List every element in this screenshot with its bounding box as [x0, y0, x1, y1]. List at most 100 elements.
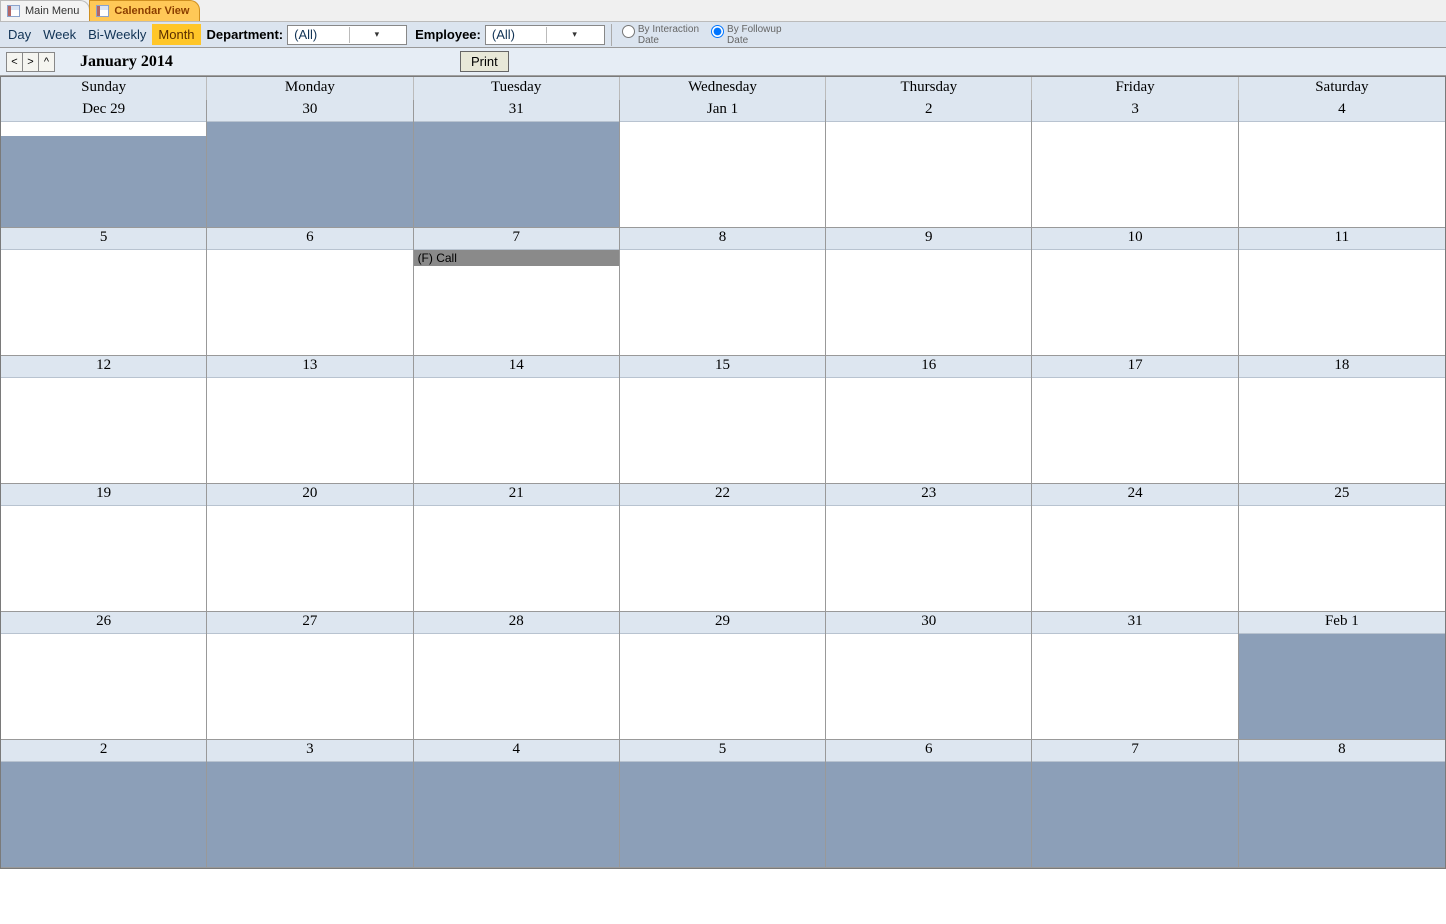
- calendar-cell[interactable]: 22: [620, 484, 826, 612]
- cell-body[interactable]: [826, 762, 1031, 867]
- next-month-button[interactable]: >: [22, 52, 39, 72]
- cell-body[interactable]: [414, 762, 619, 867]
- tab-calendar-view[interactable]: Calendar View: [89, 0, 200, 21]
- cell-body[interactable]: [207, 250, 412, 355]
- cell-body[interactable]: [826, 634, 1031, 739]
- cell-body[interactable]: [826, 378, 1031, 483]
- calendar-cell[interactable]: 5: [620, 740, 826, 868]
- calendar-cell[interactable]: 21: [414, 484, 620, 612]
- cell-body[interactable]: [1032, 634, 1237, 739]
- calendar-cell[interactable]: 31: [1032, 612, 1238, 740]
- employee-dropdown[interactable]: (All) ▾: [485, 25, 605, 45]
- cell-body[interactable]: [1239, 122, 1445, 227]
- cell-body[interactable]: [414, 378, 619, 483]
- calendar-cell[interactable]: 19: [1, 484, 207, 612]
- calendar-cell[interactable]: 26: [1, 612, 207, 740]
- calendar-cell[interactable]: Dec 29: [1, 100, 207, 228]
- calendar-cell[interactable]: 3: [1032, 100, 1238, 228]
- cell-body[interactable]: [1, 250, 206, 355]
- calendar-cell[interactable]: 20: [207, 484, 413, 612]
- cell-body[interactable]: [207, 762, 412, 867]
- calendar-cell[interactable]: 2: [1, 740, 207, 868]
- cell-body[interactable]: [620, 762, 825, 867]
- calendar-cell[interactable]: 12: [1, 356, 207, 484]
- calendar-cell[interactable]: 11: [1239, 228, 1445, 356]
- cell-body[interactable]: [414, 634, 619, 739]
- calendar-cell[interactable]: 6: [826, 740, 1032, 868]
- cell-body[interactable]: [1032, 506, 1237, 611]
- cell-body[interactable]: [826, 250, 1031, 355]
- calendar-event[interactable]: (F) Call: [414, 250, 619, 266]
- cell-body[interactable]: [620, 506, 825, 611]
- view-month-button[interactable]: Month: [152, 24, 200, 45]
- cell-body[interactable]: [1239, 250, 1445, 355]
- calendar-cell[interactable]: 15: [620, 356, 826, 484]
- cell-body[interactable]: [826, 122, 1031, 227]
- cell-body[interactable]: [1239, 634, 1445, 739]
- cell-body[interactable]: [1032, 378, 1237, 483]
- cell-body[interactable]: [1, 634, 206, 739]
- calendar-cell[interactable]: 16: [826, 356, 1032, 484]
- cell-body[interactable]: [1, 378, 206, 483]
- calendar-cell[interactable]: 8: [620, 228, 826, 356]
- calendar-cell[interactable]: 5: [1, 228, 207, 356]
- cell-body[interactable]: [414, 122, 619, 227]
- calendar-cell[interactable]: 30: [207, 100, 413, 228]
- radio-by-interaction[interactable]: By InteractionDate: [622, 24, 699, 46]
- calendar-cell[interactable]: 23: [826, 484, 1032, 612]
- cell-body[interactable]: [620, 634, 825, 739]
- view-biweekly-button[interactable]: Bi-Weekly: [82, 24, 152, 45]
- calendar-cell[interactable]: 28: [414, 612, 620, 740]
- cell-body[interactable]: [1, 506, 206, 611]
- cell-body[interactable]: [826, 506, 1031, 611]
- print-button[interactable]: Print: [460, 51, 509, 72]
- radio-by-followup[interactable]: By FollowupDate: [711, 24, 781, 46]
- calendar-cell[interactable]: 7(F) Call: [414, 228, 620, 356]
- calendar-cell[interactable]: 7: [1032, 740, 1238, 868]
- cell-body[interactable]: [207, 506, 412, 611]
- calendar-cell[interactable]: 10: [1032, 228, 1238, 356]
- tab-main-menu[interactable]: Main Menu: [0, 0, 90, 21]
- view-week-button[interactable]: Week: [37, 24, 82, 45]
- calendar-cell[interactable]: 3: [207, 740, 413, 868]
- cell-body[interactable]: [620, 250, 825, 355]
- cell-body[interactable]: [1032, 762, 1237, 867]
- calendar-cell[interactable]: 9: [826, 228, 1032, 356]
- calendar-cell[interactable]: 29: [620, 612, 826, 740]
- calendar-cell[interactable]: 4: [1239, 100, 1445, 228]
- view-day-button[interactable]: Day: [2, 24, 37, 45]
- cell-body[interactable]: [1, 762, 206, 867]
- calendar-cell[interactable]: 8: [1239, 740, 1445, 868]
- calendar-cell[interactable]: 25: [1239, 484, 1445, 612]
- calendar-cell[interactable]: 24: [1032, 484, 1238, 612]
- cell-body[interactable]: [1032, 250, 1237, 355]
- cell-body[interactable]: [414, 506, 619, 611]
- calendar-cell[interactable]: 14: [414, 356, 620, 484]
- cell-body[interactable]: [620, 378, 825, 483]
- cell-body[interactable]: (F) Call: [414, 250, 619, 355]
- cell-body[interactable]: [1239, 762, 1445, 867]
- cell-body[interactable]: [1239, 378, 1445, 483]
- cell-body[interactable]: [207, 122, 412, 227]
- cell-body[interactable]: [1, 122, 206, 227]
- calendar-cell[interactable]: Feb 1: [1239, 612, 1445, 740]
- calendar-cell[interactable]: 13: [207, 356, 413, 484]
- cell-body[interactable]: [207, 378, 412, 483]
- calendar-cell[interactable]: 27: [207, 612, 413, 740]
- calendar-cell[interactable]: 31: [414, 100, 620, 228]
- radio-input[interactable]: [622, 25, 635, 38]
- prev-month-button[interactable]: <: [6, 52, 23, 72]
- calendar-cell[interactable]: 30: [826, 612, 1032, 740]
- calendar-cell[interactable]: 17: [1032, 356, 1238, 484]
- cell-body[interactable]: [620, 122, 825, 227]
- calendar-cell[interactable]: Jan 1: [620, 100, 826, 228]
- cell-body[interactable]: [207, 634, 412, 739]
- calendar-cell[interactable]: 4: [414, 740, 620, 868]
- calendar-cell[interactable]: 18: [1239, 356, 1445, 484]
- up-button[interactable]: ^: [38, 52, 55, 72]
- radio-input[interactable]: [711, 25, 724, 38]
- calendar-cell[interactable]: 6: [207, 228, 413, 356]
- department-dropdown[interactable]: (All) ▾: [287, 25, 407, 45]
- cell-body[interactable]: [1032, 122, 1237, 227]
- calendar-cell[interactable]: 2: [826, 100, 1032, 228]
